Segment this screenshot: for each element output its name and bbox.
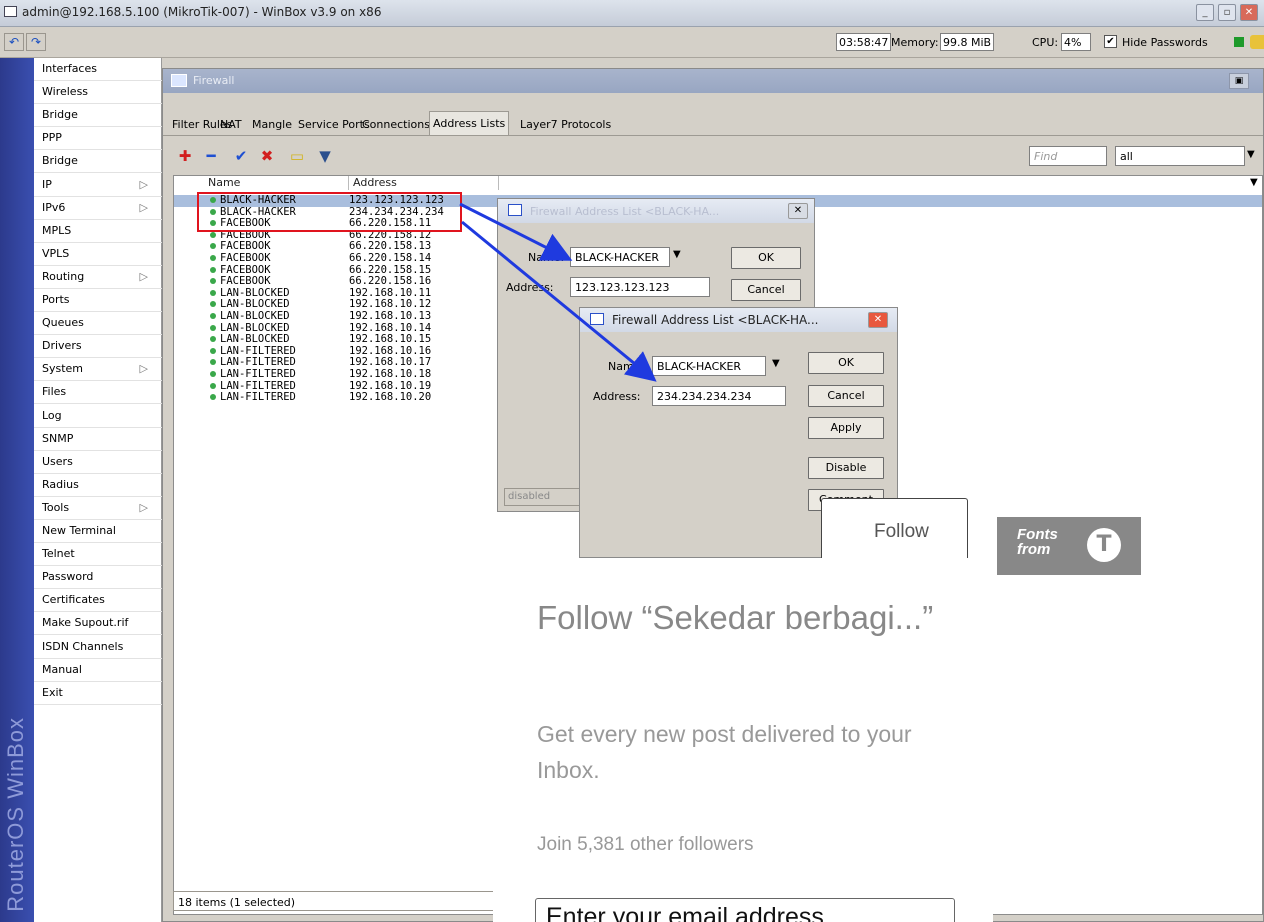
follow-tab-label[interactable]: Follow [874, 521, 929, 543]
fonts-badge-text: Fonts from [1017, 526, 1058, 558]
followers-count: Join 5,381 other followers [537, 834, 754, 855]
typekit-logo-icon: T [1087, 528, 1121, 562]
follow-heading: Follow “Sekedar berbagi...” [537, 599, 934, 636]
email-input[interactable]: Enter your email address [535, 898, 955, 922]
arrow-to-dialog-2 [461, 220, 657, 382]
follow-panel: Follow “Sekedar berbagi...” Get every ne… [493, 558, 993, 922]
follow-description: Get every new post delivered to your Inb… [537, 721, 912, 783]
email-placeholder: Enter your email address [546, 903, 824, 922]
follow-tab[interactable]: Follow [821, 498, 968, 558]
arrow-to-dialog-1 [459, 202, 573, 261]
fonts-badge[interactable]: Fonts from T [997, 517, 1141, 575]
